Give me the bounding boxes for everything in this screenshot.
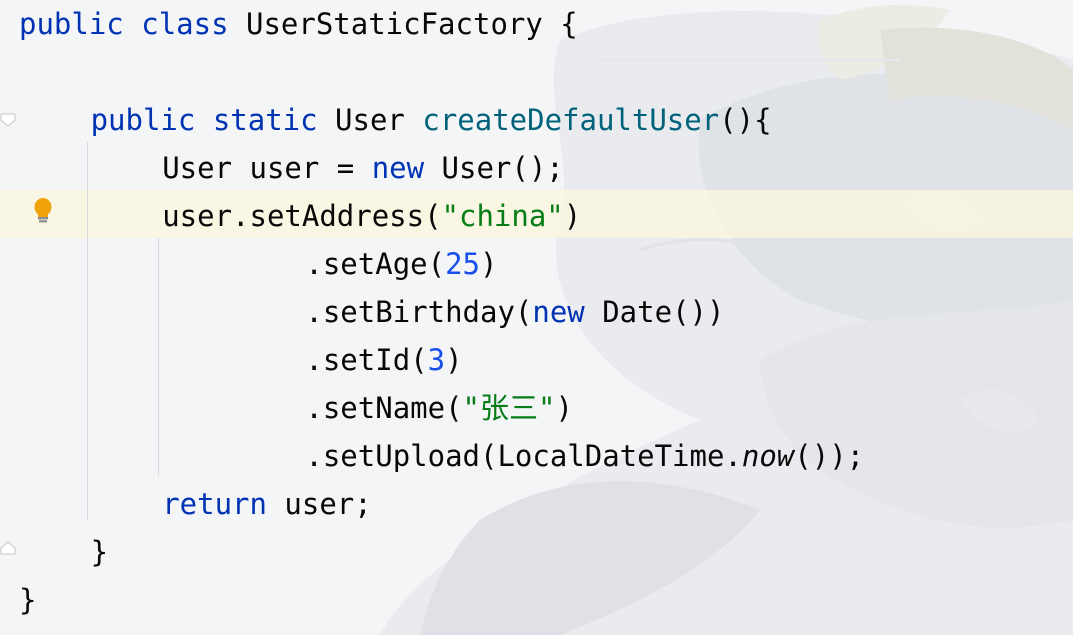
code-token: Date()) [584,295,725,329]
code-token: ) [445,343,463,377]
code-token: "张三" [462,391,556,425]
code-token: } [19,583,37,617]
code-token: .setName( [305,391,463,425]
code-line[interactable]: .setUpload(LocalDateTime.now()); [0,432,864,480]
code-token: ) [555,391,573,425]
code-token: new [532,295,585,329]
code-line[interactable] [0,48,19,96]
code-line[interactable]: public static User createDefaultUser(){ [0,96,772,144]
code-token: ()); [794,439,865,473]
code-token: user.setAddress( [162,199,442,233]
code-token: User user = [162,151,372,185]
code-token: (){ [719,103,772,137]
code-line[interactable]: .setBirthday(new Date()) [0,288,724,336]
code-token: now [741,439,795,473]
code-token: .setBirthday( [305,295,533,329]
code-token: user; [266,487,372,521]
code-line[interactable]: .setId(3) [0,336,463,384]
code-line[interactable]: .setAge(25) [0,240,497,288]
code-line[interactable]: .setName("张三") [0,384,573,432]
code-token: "china" [441,199,564,233]
code-line[interactable]: user.setAddress("china") [0,192,581,240]
code-line[interactable]: return user; [0,480,372,528]
code-line[interactable]: User user = new User(); [0,144,564,192]
code-token: UserStaticFactory { [228,7,578,41]
code-token: 25 [445,247,480,281]
code-token: User [317,103,423,137]
code-token: .setUpload(LocalDateTime. [305,439,742,473]
code-line[interactable]: } [0,528,108,576]
code-token: 3 [427,343,446,377]
code-line[interactable]: public class UserStaticFactory { [0,0,578,48]
code-token: public [19,7,124,41]
code-token: ) [563,199,582,233]
code-editor[interactable]: public class UserStaticFactory {public s… [0,0,1073,635]
code-token: new [371,151,425,185]
code-token: ) [480,247,498,281]
code-token: return [162,487,267,521]
code-token: User(); [424,151,564,185]
code-token: class [141,7,229,41]
code-token: .setAge( [305,247,446,281]
code-token: createDefaultUser [422,103,720,137]
code-token: static [212,103,318,137]
code-token: .setId( [305,343,428,377]
code-line[interactable]: } [0,576,36,624]
code-token: } [90,535,109,569]
code-token: public [90,103,196,137]
